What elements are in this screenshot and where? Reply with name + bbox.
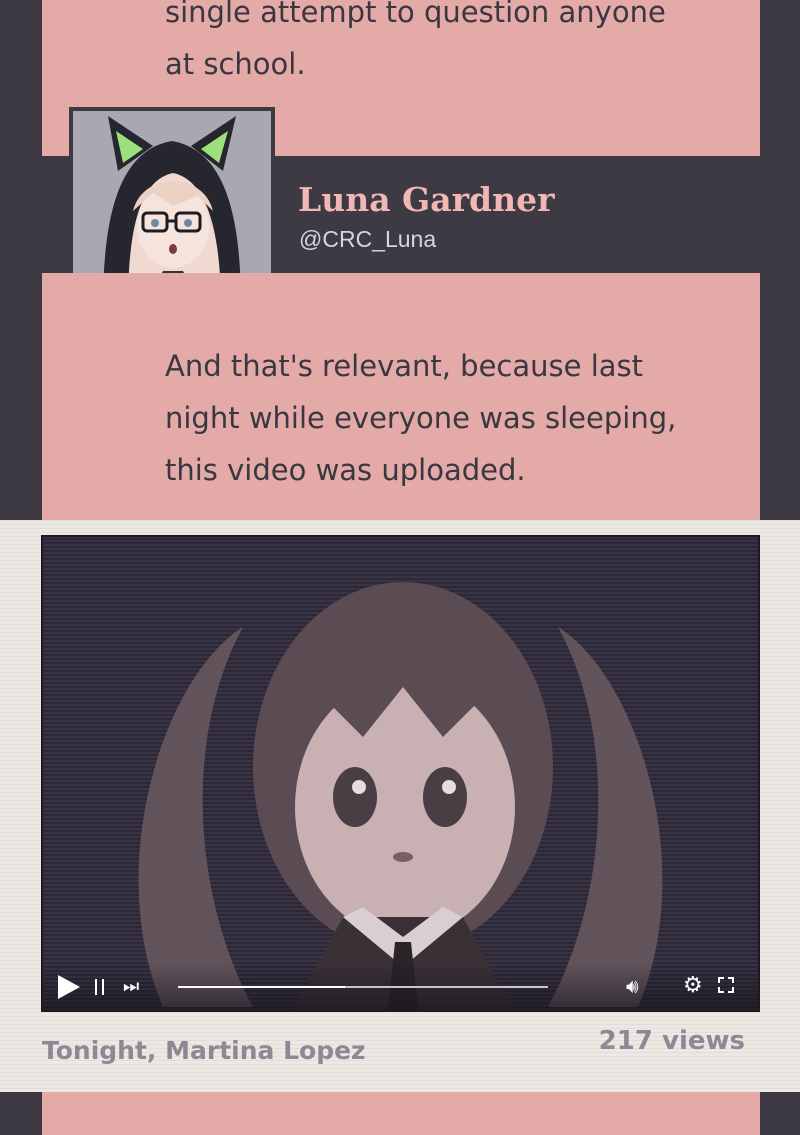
progress-bar[interactable]: [178, 986, 548, 988]
video-controls: ⏭ 🔊︎ ⚙: [43, 962, 758, 1010]
gear-icon[interactable]: ⚙: [683, 973, 703, 998]
view-count: 217 views: [598, 1026, 745, 1056]
next-post-panel: [42, 1092, 760, 1135]
play-icon[interactable]: [58, 975, 80, 999]
next-icon[interactable]: ⏭: [123, 977, 139, 997]
video-title[interactable]: Tonight, Martina Lopez: [42, 1036, 366, 1065]
video-thumbnail-illustration: [138, 582, 663, 1010]
progress-fill: [178, 986, 345, 988]
video-frame[interactable]: ⏭ 🔊︎ ⚙: [43, 537, 758, 1010]
pause-icon[interactable]: [95, 979, 104, 995]
video-player[interactable]: ⏭ 🔊︎ ⚙: [41, 535, 760, 1012]
post-text: And that's relevant, because last night …: [165, 349, 677, 487]
fullscreen-icon[interactable]: [718, 977, 734, 993]
volume-icon[interactable]: 🔊︎: [626, 974, 639, 998]
previous-post-text: single attempt to question anyone at sch…: [165, 0, 666, 81]
author-name[interactable]: Luna Gardner: [298, 180, 554, 219]
author-handle[interactable]: @CRC_Luna: [299, 226, 436, 253]
